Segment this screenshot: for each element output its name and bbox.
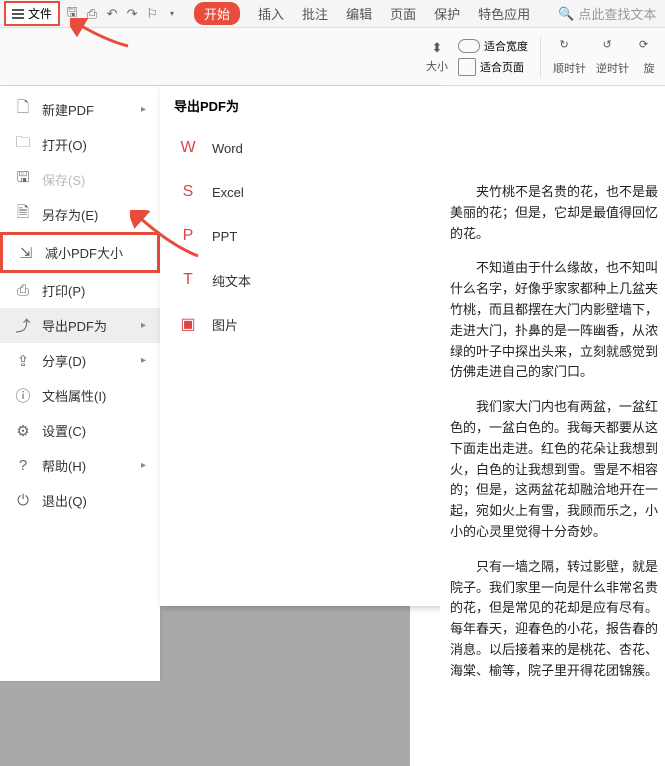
ribbon-clockwise[interactable]: ↻ 顺时针	[553, 38, 586, 76]
paragraph-1: 夹竹桃不是名贵的花，也不是最美丽的花；但是，它却是最值得回忆的花。	[450, 182, 665, 244]
menu-reduce-size[interactable]: ⇲ 减小PDF大小	[0, 232, 160, 273]
search-box[interactable]: 🔍 点此查找文本	[558, 4, 656, 23]
menu-share[interactable]: ⇪ 分享(D) ▸	[0, 343, 160, 378]
submenu-image[interactable]: ▣ 图片	[160, 302, 440, 346]
folder-icon: 🗀	[14, 136, 32, 154]
gear-icon: ⚙	[14, 422, 32, 440]
save-icon[interactable]: 🖫	[64, 6, 80, 22]
save-as-icon: 🗎	[14, 206, 32, 224]
chevron-right-icon: ▸	[141, 320, 146, 331]
image-icon: ▣	[178, 314, 198, 334]
fit-page-icon	[458, 58, 476, 76]
submenu-ppt[interactable]: P PPT	[160, 214, 440, 258]
excel-icon: S	[178, 182, 198, 202]
txt-icon: T	[178, 270, 198, 290]
dropdown-icon[interactable]: ▾	[164, 6, 180, 22]
chevron-right-icon: ▸	[141, 460, 146, 471]
chevron-right-icon: ▸	[141, 104, 146, 115]
ribbon-rotate[interactable]: ⟳ 旋	[639, 38, 659, 76]
undo-icon[interactable]: ↶	[104, 6, 120, 22]
paragraph-3: 我们家大门内也有两盆，一盆红色的，一盆白色的。我每天都要从这下面走出走进。红色的…	[450, 397, 665, 543]
redo-icon[interactable]: ↷	[124, 6, 140, 22]
menu-print[interactable]: ⎙ 打印(P)	[0, 273, 160, 308]
reduce-icon: ⇲	[17, 244, 35, 262]
rotate-icon: ⟳	[639, 38, 659, 58]
top-toolbar: 文件 🖫 ⎙ ↶ ↷ ⚐ ▾ 开始 插入 批注 编辑 页面 保护 特色应用 🔍 …	[0, 0, 665, 28]
submenu-header: 导出PDF为	[160, 86, 440, 126]
tab-annotate[interactable]: 批注	[302, 4, 328, 23]
submenu-excel[interactable]: S Excel	[160, 170, 440, 214]
document-content: 夹竹桃不是名贵的花，也不是最美丽的花；但是，它却是最值得回忆的花。 不知道由于什…	[440, 86, 665, 681]
file-menu-button[interactable]: 文件	[4, 1, 60, 26]
export-icon: ⤴	[14, 317, 32, 335]
file-label: 文件	[28, 5, 52, 22]
ribbon-counter[interactable]: ↺ 逆时针	[596, 38, 629, 76]
tab-start[interactable]: 开始	[194, 2, 240, 25]
paragraph-4: 只有一墙之隔，转过影壁，就是院子。我们家里一向是什么非常名贵的花，但是常见的花却…	[450, 557, 665, 681]
save-icon-menu: 🖫	[14, 171, 32, 189]
search-icon: 🔍	[558, 6, 574, 22]
submenu-word[interactable]: W Word	[160, 126, 440, 170]
tab-page[interactable]: 页面	[390, 4, 416, 23]
file-menu: 🗋 新建PDF ▸ 🗀 打开(O) 🖫 保存(S) 🗎 另存为(E) ⇲ 减小P…	[0, 86, 160, 681]
search-placeholder: 点此查找文本	[578, 4, 656, 23]
tab-special[interactable]: 特色应用	[478, 4, 530, 23]
menu-properties[interactable]: ⓘ 文档属性(I)	[0, 378, 160, 413]
ribbon-rotate-group: ↻ 顺时针 ↺ 逆时针 ⟳ 旋	[553, 38, 659, 76]
word-icon: W	[178, 138, 198, 158]
submenu-txt[interactable]: T 纯文本	[160, 258, 440, 302]
ribbon-fit-page[interactable]: 适合页面	[458, 58, 528, 76]
paragraph-2: 不知道由于什么缘故，也不知叫什么名字，好像乎家家都种上几盆夹竹桃，而且都摆在大门…	[450, 258, 665, 383]
share-icon: ⇪	[14, 352, 32, 370]
exit-icon: ⏻	[14, 492, 32, 510]
chevron-right-icon: ▸	[141, 355, 146, 366]
print-icon[interactable]: ⎙	[84, 6, 100, 22]
menu-new-pdf[interactable]: 🗋 新建PDF ▸	[0, 92, 160, 127]
hamburger-icon	[12, 9, 24, 19]
counter-icon: ↺	[603, 38, 623, 58]
print-icon-menu: ⎙	[14, 282, 32, 300]
menu-save: 🖫 保存(S)	[0, 162, 160, 197]
fit-width-icon	[458, 39, 480, 53]
help-icon: ?	[14, 457, 32, 475]
menu-settings[interactable]: ⚙ 设置(C)	[0, 413, 160, 448]
tab-protect[interactable]: 保护	[434, 4, 460, 23]
tab-bar: 开始 插入 批注 编辑 页面 保护 特色应用 🔍 点此查找文本	[184, 2, 656, 25]
properties-icon: ⓘ	[14, 387, 32, 405]
tab-insert[interactable]: 插入	[258, 4, 284, 23]
menu-help[interactable]: ? 帮助(H) ▸	[0, 448, 160, 483]
menu-exit[interactable]: ⏻ 退出(Q)	[0, 483, 160, 518]
new-icon: 🗋	[14, 101, 32, 119]
tab-edit[interactable]: 编辑	[346, 4, 372, 23]
menu-open[interactable]: 🗀 打开(O)	[0, 127, 160, 162]
export-submenu: 导出PDF为 W Word S Excel P PPT T 纯文本 ▣ 图片	[160, 86, 440, 606]
menu-export[interactable]: ⤴ 导出PDF为 ▸	[0, 308, 160, 343]
ribbon-fit-width[interactable]: 适合宽度	[458, 38, 528, 54]
bookmark-icon[interactable]: ⚐	[144, 6, 160, 22]
ribbon-separator	[540, 37, 541, 77]
main-area: 🗋 新建PDF ▸ 🗀 打开(O) 🖫 保存(S) 🗎 另存为(E) ⇲ 减小P…	[0, 86, 665, 681]
clockwise-icon: ↻	[560, 38, 580, 58]
ribbon: ⬍ 大小 适合宽度 适合页面 ↻ 顺时针 ↺ 逆时针 ⟳ 旋	[0, 28, 665, 86]
ribbon-size[interactable]: ⬍ 大小	[426, 40, 448, 74]
ribbon-size-group: ⬍ 大小 适合宽度 适合页面	[426, 38, 528, 76]
ppt-icon: P	[178, 226, 198, 246]
menu-save-as[interactable]: 🗎 另存为(E)	[0, 197, 160, 232]
